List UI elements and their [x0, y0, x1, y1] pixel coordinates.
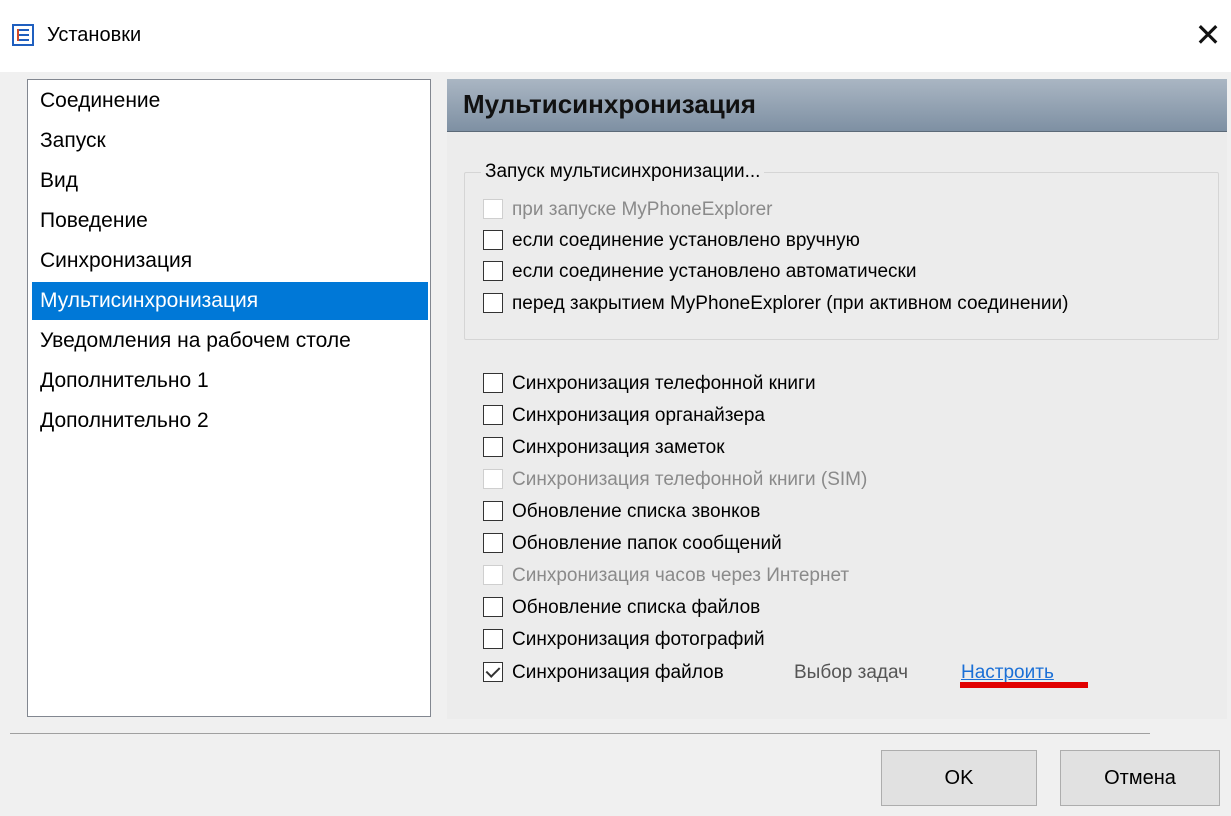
- checkbox[interactable]: [483, 437, 503, 457]
- red-underline-annotation: [960, 682, 1088, 688]
- checkbox[interactable]: [483, 405, 503, 425]
- ok-button[interactable]: OK: [881, 750, 1037, 806]
- sidebar-item-desktop-notifications[interactable]: Уведомления на рабочем столе: [32, 322, 428, 360]
- checkbox-label: Синхронизация телефонной книги: [512, 373, 816, 394]
- checkbox-label: при запуске MyPhoneExplorer: [512, 199, 773, 220]
- sidebar-item-connection[interactable]: Соединение: [32, 82, 428, 120]
- window-title: Установки: [47, 24, 142, 46]
- task-selection-label: Выбор задач: [794, 662, 909, 683]
- checkbox[interactable]: [483, 629, 503, 649]
- sidebar-item-sync[interactable]: Синхронизация: [32, 242, 428, 280]
- checkbox-label: Синхронизация файлов: [512, 662, 724, 683]
- settings-app-icon: [12, 24, 34, 46]
- checkbox[interactable]: [483, 293, 503, 313]
- checkbox-label: Обновление списка звонков: [512, 501, 761, 522]
- checkbox-label: Обновление папок сообщений: [512, 533, 782, 554]
- sidebar-item-advanced-1[interactable]: Дополнительно 1: [32, 362, 428, 400]
- checkbox-label: Синхронизация фотографий: [512, 629, 765, 650]
- close-icon[interactable]: ✕: [1185, 12, 1231, 58]
- checkbox[interactable]: [483, 565, 503, 585]
- sidebar-item-advanced-2[interactable]: Дополнительно 2: [32, 402, 428, 440]
- group-legend: Запуск мультисинхронизации...: [481, 161, 765, 183]
- sidebar-item-behavior[interactable]: Поведение: [32, 202, 428, 240]
- checkbox-label: Обновление списка файлов: [512, 597, 761, 618]
- checkbox[interactable]: [483, 533, 503, 553]
- checkbox-label: Синхронизация органайзера: [512, 405, 765, 426]
- checkbox[interactable]: [483, 662, 503, 682]
- checkbox[interactable]: [483, 469, 503, 489]
- checkbox-label: Синхронизация часов через Интернет: [512, 565, 850, 586]
- panel-header: Мультисинхронизация: [447, 79, 1227, 132]
- cancel-button[interactable]: Отмена: [1060, 750, 1220, 806]
- checkbox[interactable]: [483, 261, 503, 281]
- checkbox-label: перед закрытием MyPhoneExplorer (при акт…: [512, 293, 1069, 314]
- checkbox-label: Синхронизация заметок: [512, 437, 725, 458]
- checkbox-label: если соединение установлено вручную: [512, 230, 860, 251]
- checkbox[interactable]: [483, 501, 503, 521]
- checkbox-label: Синхронизация телефонной книги (SIM): [512, 469, 868, 490]
- sidebar-item-startup[interactable]: Запуск: [32, 122, 428, 160]
- checkbox[interactable]: [483, 230, 503, 250]
- title-bar: Установки ✕: [0, 0, 1231, 72]
- checkbox[interactable]: [483, 373, 503, 393]
- settings-category-list: Соединение Запуск Вид Поведение Синхрони…: [27, 79, 431, 717]
- settings-panel: Мультисинхронизация Запуск мультисинхрон…: [447, 79, 1227, 719]
- checkbox[interactable]: [483, 199, 503, 219]
- sidebar-item-view[interactable]: Вид: [32, 162, 428, 200]
- panel-title: Мультисинхронизация: [463, 89, 756, 119]
- footer-divider: [10, 733, 1150, 734]
- checkbox-label: если соединение установлено автоматическ…: [512, 261, 917, 282]
- checkbox[interactable]: [483, 597, 503, 617]
- sidebar-item-multisync[interactable]: Мультисинхронизация: [32, 282, 428, 320]
